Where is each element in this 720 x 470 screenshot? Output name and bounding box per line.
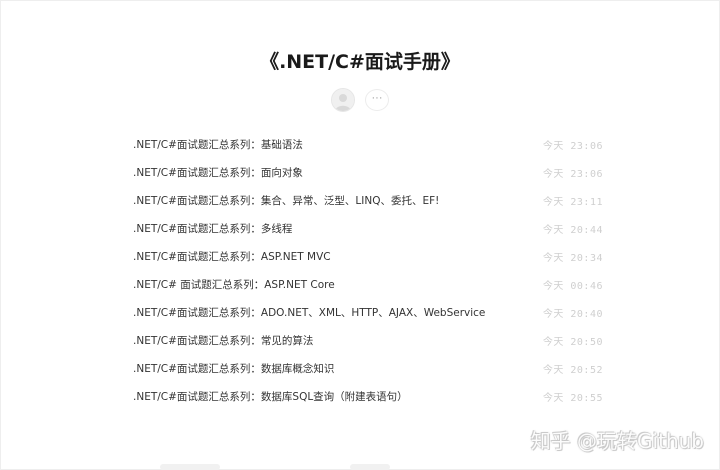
article-time: 今天 20:34 bbox=[542, 253, 603, 264]
article-time: 今天 20:50 bbox=[542, 337, 603, 348]
author-avatar[interactable] bbox=[331, 88, 355, 112]
article-item[interactable]: .NET/C# 面试题汇总系列：ASP.NET Core 今天 00:46 bbox=[133, 270, 603, 298]
article-title[interactable]: .NET/C# 面试题汇总系列：ASP.NET Core bbox=[133, 277, 335, 292]
avatar-placeholder-icon bbox=[332, 89, 354, 111]
article-title[interactable]: .NET/C#面试题汇总系列：数据库概念知识 bbox=[133, 361, 334, 376]
article-title[interactable]: .NET/C#面试题汇总系列：基础语法 bbox=[133, 137, 303, 152]
article-time: 今天 23:06 bbox=[542, 169, 603, 180]
article-item[interactable]: .NET/C#面试题汇总系列：数据库概念知识 今天 20:52 bbox=[133, 354, 603, 382]
article-title[interactable]: .NET/C#面试题汇总系列：数据库SQL查询（附建表语句） bbox=[133, 389, 408, 404]
article-time: 今天 20:52 bbox=[542, 365, 603, 376]
article-title[interactable]: .NET/C#面试题汇总系列：常见的算法 bbox=[133, 333, 313, 348]
article-item[interactable]: .NET/C#面试题汇总系列：数据库SQL查询（附建表语句） 今天 20:55 bbox=[133, 382, 603, 410]
cut-off-footer bbox=[140, 458, 600, 470]
article-title[interactable]: .NET/C#面试题汇总系列：集合、异常、泛型、LINQ、委托、EF! bbox=[133, 193, 439, 208]
footer-shape bbox=[160, 464, 220, 470]
article-item[interactable]: .NET/C#面试题汇总系列：ADO.NET、XML、HTTP、AJAX、Web… bbox=[133, 298, 603, 326]
article-item[interactable]: .NET/C#面试题汇总系列：常见的算法 今天 20:50 bbox=[133, 326, 603, 354]
article-time: 今天 20:55 bbox=[542, 393, 603, 404]
article-title[interactable]: .NET/C#面试题汇总系列：ASP.NET MVC bbox=[133, 249, 331, 264]
article-time: 今天 00:46 bbox=[542, 281, 603, 292]
article-item[interactable]: .NET/C#面试题汇总系列：集合、异常、泛型、LINQ、委托、EF! 今天 2… bbox=[133, 186, 603, 214]
article-item[interactable]: .NET/C#面试题汇总系列：面向对象 今天 23:06 bbox=[133, 158, 603, 186]
article-time: 今天 23:06 bbox=[542, 141, 603, 152]
article-item[interactable]: .NET/C#面试题汇总系列：ASP.NET MVC 今天 20:34 bbox=[133, 242, 603, 270]
footer-shape bbox=[350, 464, 390, 470]
article-time: 今天 20:44 bbox=[542, 225, 603, 236]
more-options-button[interactable]: ··· bbox=[365, 89, 389, 111]
article-item[interactable]: .NET/C#面试题汇总系列：多线程 今天 20:44 bbox=[133, 214, 603, 242]
article-title[interactable]: .NET/C#面试题汇总系列：面向对象 bbox=[133, 165, 303, 180]
article-time: 今天 23:11 bbox=[542, 197, 603, 208]
zhihu-watermark: 知乎 @玩转Github bbox=[530, 429, 704, 453]
article-title[interactable]: .NET/C#面试题汇总系列：ADO.NET、XML、HTTP、AJAX、Web… bbox=[133, 305, 485, 320]
column-title: 《.NET/C#面试手册》 bbox=[260, 51, 460, 73]
article-title[interactable]: .NET/C#面试题汇总系列：多线程 bbox=[133, 221, 292, 236]
article-time: 今天 20:40 bbox=[542, 309, 603, 320]
article-list: .NET/C#面试题汇总系列：基础语法 今天 23:06 .NET/C#面试题汇… bbox=[133, 130, 603, 410]
article-item[interactable]: .NET/C#面试题汇总系列：基础语法 今天 23:06 bbox=[133, 130, 603, 158]
